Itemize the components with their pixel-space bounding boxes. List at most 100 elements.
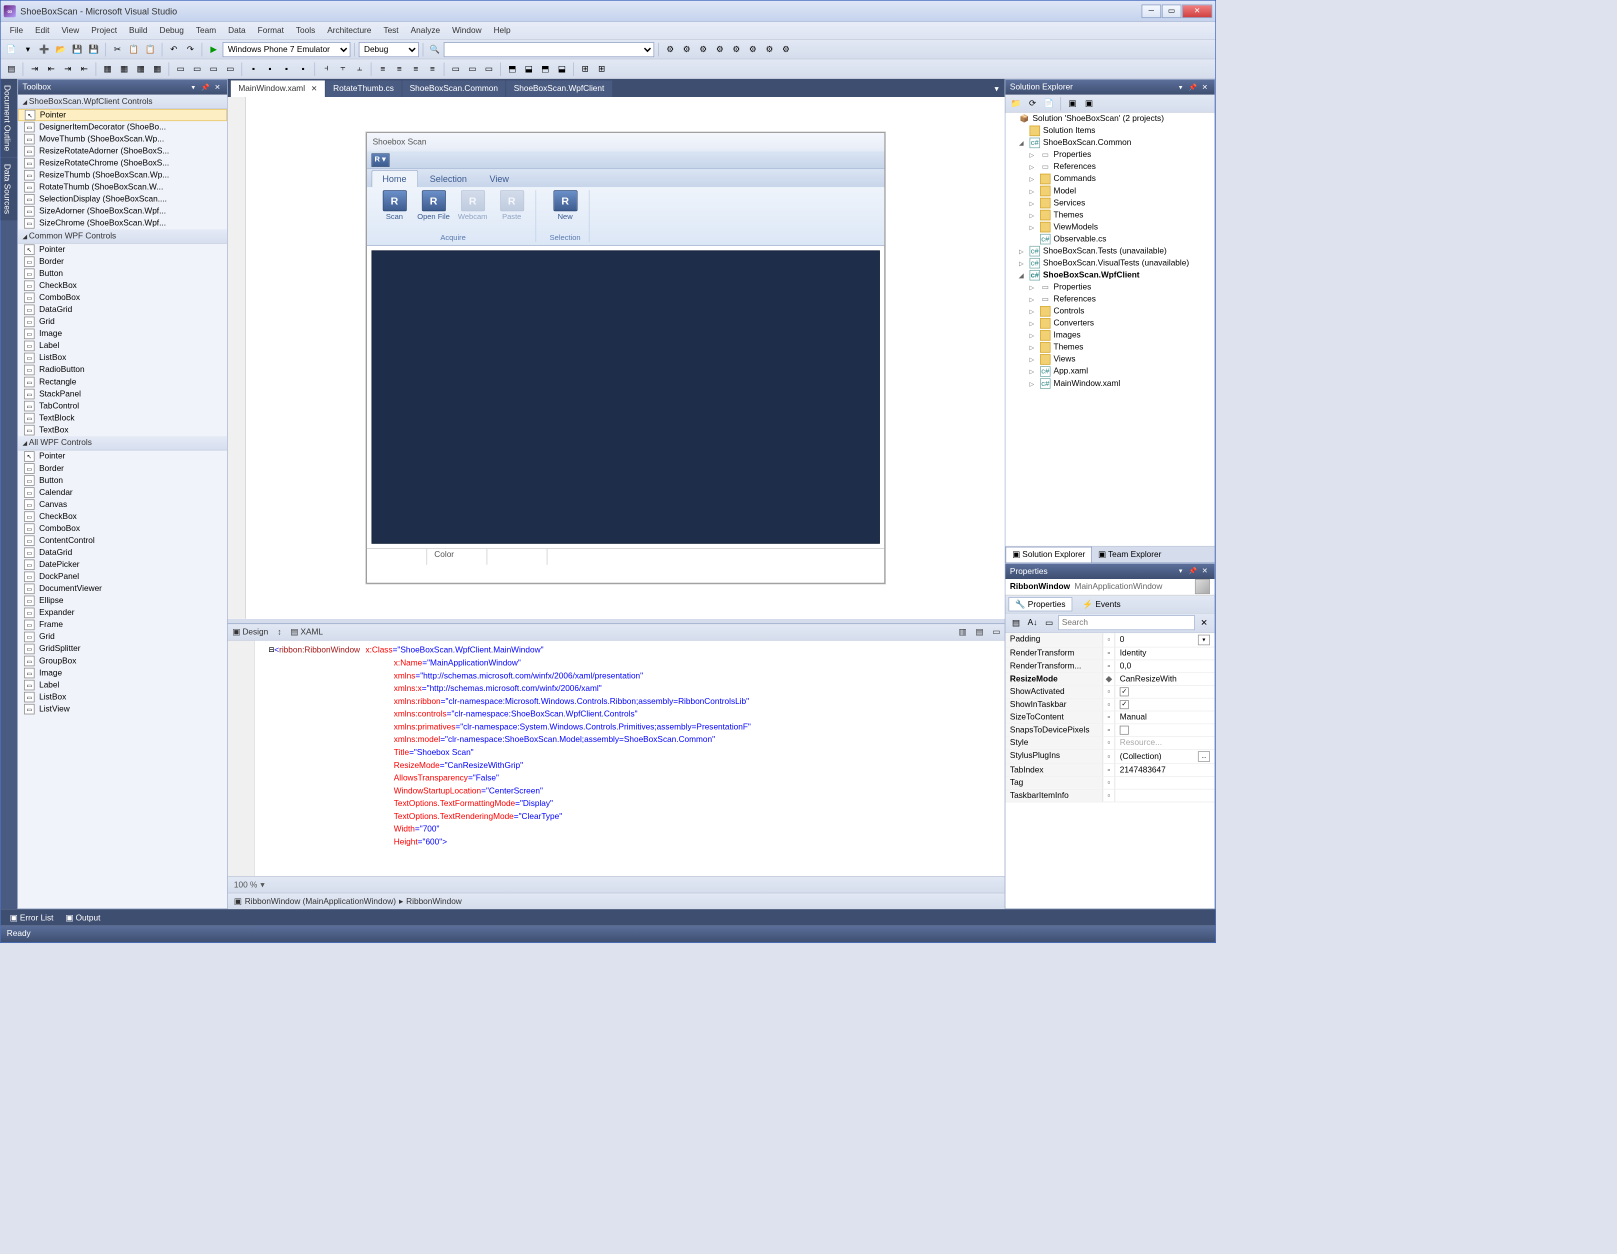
solution-node[interactable]: ▷Converters	[1005, 317, 1214, 329]
property-row[interactable]: Padding▫0▾	[1005, 633, 1214, 647]
solution-node[interactable]: c#Observable.cs	[1005, 233, 1214, 245]
toolbox-item[interactable]: ▭Image	[18, 667, 227, 679]
toolbox-item[interactable]: ▭Ellipse	[18, 595, 227, 607]
step-icon[interactable]: ⇥	[60, 61, 75, 76]
tool-icon[interactable]: ⚙	[696, 42, 711, 57]
solution-node[interactable]: ▷c#ShoeBoxScan.Tests (unavailable)	[1005, 245, 1214, 257]
toolbox-item[interactable]: ▭Button	[18, 475, 227, 487]
layout-icon[interactable]: ▭	[190, 61, 205, 76]
align-icon[interactable]: ≡	[425, 61, 440, 76]
toolbox-item[interactable]: ▭ComboBox	[18, 523, 227, 535]
toolbox-item[interactable]: ▭ListBox	[18, 352, 227, 364]
soln-tool-icon[interactable]: ▣	[1081, 96, 1096, 111]
minimize-button[interactable]: ─	[1142, 4, 1162, 18]
property-marker-icon[interactable]: ▫	[1103, 789, 1115, 801]
property-row[interactable]: SizeToContent▫Manual	[1005, 711, 1214, 724]
toolbox-item[interactable]: ▭DataGrid	[18, 547, 227, 559]
property-row[interactable]: TaskbarItemInfo▫	[1005, 789, 1214, 802]
toolbox-group[interactable]: ShoeBoxScan.WpfClient Controls	[18, 95, 227, 109]
close-icon[interactable]: ✕	[1199, 566, 1210, 577]
save-button[interactable]: 💾	[70, 42, 85, 57]
property-row[interactable]: Tag▫	[1005, 777, 1214, 790]
property-marker-icon[interactable]: ◆	[1103, 673, 1115, 685]
property-marker-icon[interactable]: ▫	[1103, 764, 1115, 776]
order-icon[interactable]: ⬒	[505, 61, 520, 76]
checkbox[interactable]: ✓	[1120, 700, 1129, 709]
code-zoom[interactable]: 100 % ▾	[234, 880, 265, 890]
solution-node[interactable]: ▷▭References	[1005, 293, 1214, 305]
property-marker-icon[interactable]: ▫	[1103, 737, 1115, 749]
new-project-button[interactable]: 📄	[4, 42, 19, 57]
close-button[interactable]: ✕	[1182, 4, 1212, 18]
property-marker-icon[interactable]: ▫	[1103, 647, 1115, 659]
rail-tab-document-outline[interactable]: Document Outline	[1, 79, 18, 157]
properties-search-input[interactable]	[1058, 615, 1195, 630]
menu-view[interactable]: View	[55, 24, 85, 36]
panel-tab[interactable]: ▣ Solution Explorer	[1005, 546, 1092, 562]
qat-app-button[interactable]: R ▾	[371, 153, 389, 167]
property-marker-icon[interactable]: ▫	[1103, 698, 1115, 710]
split-icon[interactable]: ▥	[959, 627, 967, 637]
toolbox-item[interactable]: ▭ResizeThumb (ShoeBoxScan.Wp...	[18, 169, 227, 181]
solution-node[interactable]: ▷c#MainWindow.xaml	[1005, 378, 1214, 390]
rail-tab-data-sources[interactable]: Data Sources	[1, 158, 18, 220]
order-icon[interactable]: ⬓	[554, 61, 569, 76]
layout-icon[interactable]: ▦	[100, 61, 115, 76]
document-tab[interactable]: MainWindow.xaml✕	[231, 80, 325, 97]
toolbox-item[interactable]: ▭CheckBox	[18, 280, 227, 292]
toolbox-item[interactable]: ▭Expander	[18, 607, 227, 619]
expand-icon[interactable]: ▷	[1029, 380, 1037, 387]
xaml-tab[interactable]: ▤ XAML	[290, 627, 323, 637]
property-row[interactable]: ShowInTaskbar▫✓	[1005, 698, 1214, 711]
toolbox-item[interactable]: ▭StackPanel	[18, 388, 227, 400]
menu-debug[interactable]: Debug	[153, 24, 189, 36]
toolbox-item[interactable]: ▭DataGrid	[18, 304, 227, 316]
expand-icon[interactable]: ▷	[1029, 308, 1037, 315]
toolbox-item[interactable]: ▭Rectangle	[18, 376, 227, 388]
expand-icon[interactable]: ▷	[1029, 176, 1037, 183]
toolbox-item[interactable]: ▭DatePicker	[18, 559, 227, 571]
layout-icon[interactable]: ▪	[262, 61, 277, 76]
solution-node[interactable]: ▷c#ShoeBoxScan.VisualTests (unavailable)	[1005, 257, 1214, 269]
toolbox-item[interactable]: ▭DockPanel	[18, 571, 227, 583]
soln-tool-icon[interactable]: ▣	[1065, 96, 1080, 111]
menu-test[interactable]: Test	[377, 24, 404, 36]
solution-node[interactable]: ▷Images	[1005, 329, 1214, 341]
pin-icon[interactable]: 📌	[200, 82, 211, 93]
toolbox-group[interactable]: All WPF Controls	[18, 436, 227, 450]
property-row[interactable]: StylusPlugIns▫(Collection)...	[1005, 749, 1214, 763]
tool-icon[interactable]: ⚙	[663, 42, 678, 57]
property-marker-icon[interactable]: ▫	[1103, 711, 1115, 723]
expand-icon[interactable]: ▷	[1029, 344, 1037, 351]
expand-icon[interactable]: ▷	[1029, 320, 1037, 327]
step-icon[interactable]: ⇤	[44, 61, 59, 76]
toolbox-item[interactable]: ▭ResizeRotateAdorner (ShoeBoxS...	[18, 145, 227, 157]
menu-build[interactable]: Build	[123, 24, 153, 36]
toolbox-item[interactable]: ▭CheckBox	[18, 511, 227, 523]
toolbox-item[interactable]: ▭ComboBox	[18, 292, 227, 304]
align-icon[interactable]: ▭	[465, 61, 480, 76]
expand-icon[interactable]: ▷	[1029, 164, 1037, 171]
expand-icon[interactable]: ▷	[1019, 248, 1027, 255]
find-combo[interactable]	[444, 42, 655, 57]
toolbox-item[interactable]: ▭RadioButton	[18, 364, 227, 376]
expand-icon[interactable]: ◢	[1019, 272, 1027, 279]
solution-node[interactable]: ▷▭Properties	[1005, 281, 1214, 293]
dropdown-icon[interactable]: ▾	[20, 42, 35, 57]
save-all-button[interactable]: 💾	[86, 42, 101, 57]
properties-tab-events[interactable]: ⚡ Events	[1077, 598, 1127, 611]
swap-icon[interactable]: ↕	[277, 628, 281, 637]
panel-tab[interactable]: ▣ Team Explorer	[1092, 546, 1167, 562]
sort-alpha-icon[interactable]: A↓	[1025, 615, 1040, 630]
layout-icon[interactable]: ▪	[296, 61, 311, 76]
breadcrumb-item[interactable]: RibbonWindow	[406, 897, 462, 906]
align-icon[interactable]: ▭	[481, 61, 496, 76]
footer-tab-error-list[interactable]: ▣ Error List	[4, 909, 60, 926]
toolbox-item[interactable]: ▭Canvas	[18, 499, 227, 511]
expand-icon[interactable]: ◢	[1019, 139, 1027, 146]
property-row[interactable]: Style▫Resource...	[1005, 737, 1214, 750]
toolbox-item[interactable]: ▭Label	[18, 679, 227, 691]
document-tab[interactable]: RotateThumb.cs	[326, 80, 402, 97]
property-row[interactable]: ResizeMode◆CanResizeWith	[1005, 673, 1214, 686]
maximize-button[interactable]: ▭	[1162, 4, 1182, 18]
